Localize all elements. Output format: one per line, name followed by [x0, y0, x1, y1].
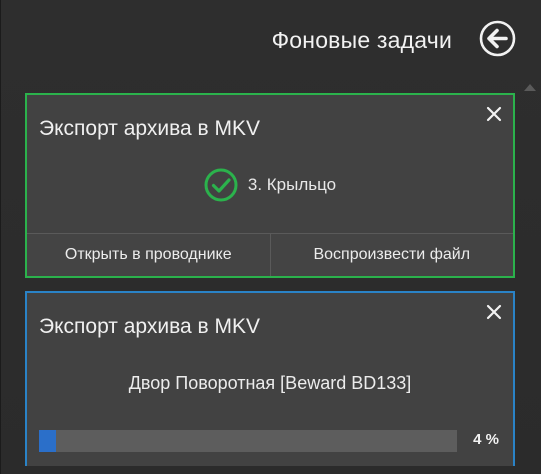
- task-card-completed: Экспорт архива в MKV 3. Крыльцо Открыть …: [25, 93, 515, 278]
- progress-bar: [39, 430, 457, 452]
- scroll-up-arrow[interactable]: [524, 84, 536, 91]
- progress-percent: 4 %: [473, 431, 499, 448]
- close-icon: [486, 304, 502, 320]
- close-icon: [486, 106, 502, 122]
- close-task-button[interactable]: [486, 304, 502, 320]
- task-card-in-progress: Экспорт архива в MKV Двор Поворотная [Be…: [25, 291, 515, 466]
- panel-header: Фоновые задачи: [1, 0, 541, 84]
- back-button[interactable]: [479, 20, 516, 57]
- page-title: Фоновые задачи: [271, 27, 452, 53]
- task-camera-name: 3. Крыльцо: [247, 175, 337, 194]
- open-in-explorer-button[interactable]: Открыть в проводнике: [27, 234, 270, 276]
- background-tasks-panel: Фоновые задачи Экспорт архива в MKV 3. К…: [0, 0, 541, 474]
- task-status-row: 3. Крыльцо: [27, 165, 513, 205]
- close-task-button[interactable]: [486, 106, 502, 122]
- arrow-left-circle-icon: [479, 20, 516, 57]
- task-actions: Открыть в проводнике Воспроизвести файл: [27, 233, 513, 276]
- task-camera-name: Двор Поворотная [Beward BD133]: [128, 373, 412, 393]
- task-title: Экспорт архива в MKV: [39, 315, 261, 338]
- task-title: Экспорт архива в MKV: [39, 117, 261, 140]
- play-file-button[interactable]: Воспроизвести файл: [269, 234, 513, 276]
- progress-bar-fill: [39, 430, 56, 452]
- check-circle-icon: [204, 168, 238, 202]
